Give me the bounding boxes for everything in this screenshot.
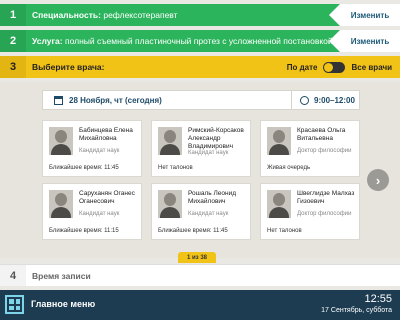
doctor-photo <box>158 127 182 155</box>
doctor-card[interactable]: Бабинцева Елена Михайловна Кандидат наук… <box>42 120 142 177</box>
step-label: Специальность: <box>32 10 101 20</box>
main-menu-button[interactable]: Главное меню <box>31 299 95 309</box>
next-page-arrow-icon[interactable]: › <box>367 169 389 191</box>
doctor-photo <box>49 127 73 155</box>
toggle-switch[interactable] <box>323 61 346 73</box>
current-date: 17 Сентябрь, суббота <box>321 307 392 314</box>
doctor-title: Кандидат наук <box>79 148 120 154</box>
step-label: Услуга: <box>32 36 63 46</box>
doctor-title: Доктор философии <box>297 211 352 217</box>
doctor-name: Римский-Корсаков Александр Владимирович <box>188 127 244 151</box>
doctor-name: Саруханян Оганес Оганесович <box>79 190 135 206</box>
doctor-title: Доктор философии <box>297 148 352 154</box>
footer-bar: Главное меню 12:55 17 Сентябрь, суббота <box>0 290 400 320</box>
doctor-slot: Нет талонов <box>267 228 302 234</box>
step-number: 3 <box>0 56 26 78</box>
doctor-title: Кандидат наук <box>188 211 229 217</box>
page-indicator: 1 из 38 <box>178 252 216 263</box>
doctor-panel: 28 Ноября, чт (сегодня) 9:00–12:00 Бабин… <box>0 82 400 263</box>
calendar-icon <box>54 95 63 105</box>
toggle-label-by-date: По дате <box>286 62 318 72</box>
doctor-photo <box>267 190 291 218</box>
date-time-bar[interactable]: 28 Ноября, чт (сегодня) 9:00–12:00 <box>42 90 360 110</box>
step-value: рефлексотерапевт <box>103 10 178 20</box>
doctor-title: Кандидат наук <box>79 211 120 217</box>
doctor-photo <box>158 190 182 218</box>
doctor-card[interactable]: Рошаль Леонид Михайлович Кандидат наук Б… <box>151 183 251 240</box>
doctor-slot: Живая очередь <box>267 165 311 171</box>
doctor-slot: Ближайшее время: 11:15 <box>49 228 119 234</box>
doctor-slot: Нет талонов <box>158 165 193 171</box>
step-appointment-time: 4 Время записи <box>0 264 400 286</box>
doctor-slot: Ближайшее время: 11:45 <box>158 228 228 234</box>
doctor-card[interactable]: Красаева Ольга Витальевна Доктор философ… <box>260 120 360 177</box>
step-number: 2 <box>0 30 26 52</box>
main-menu-icon[interactable] <box>5 295 24 314</box>
step-service: 2 Услуга: полный съемный пластиночный пр… <box>0 30 400 52</box>
clock-icon <box>300 95 309 105</box>
doctor-name: Красаева Ольга Витальевна <box>297 127 346 143</box>
divider <box>291 91 292 109</box>
doctor-name: Швеглидзе Малхаз Гизоевич <box>297 190 355 206</box>
doctor-card[interactable]: Саруханян Оганес Оганесович Кандидат нау… <box>42 183 142 240</box>
toggle-knob <box>324 62 334 72</box>
step-specialty: 1 Специальность: рефлексотерапевт Измени… <box>0 4 400 26</box>
step-choose-doctor: 3 Выберите врача: По дате Все врачи <box>0 56 400 78</box>
selected-time-range: 9:00–12:00 <box>314 95 355 105</box>
current-time: 12:55 <box>364 293 392 305</box>
change-service-button[interactable]: Изменить <box>329 30 400 52</box>
doctor-slot: Ближайшее время: 11:45 <box>49 165 119 171</box>
toggle-label-all-doctors: Все врачи <box>351 62 392 72</box>
doctor-name: Рошаль Леонид Михайлович <box>188 190 236 206</box>
selected-date: 28 Ноября, чт (сегодня) <box>69 95 162 105</box>
doctor-photo <box>267 127 291 155</box>
step-value: полный съемный пластиночный протез с усл… <box>64 36 340 46</box>
doctor-name: Бабинцева Елена Михайловна <box>79 127 133 143</box>
step-number: 4 <box>0 265 26 286</box>
doctor-title: Кандидат наук <box>188 150 229 156</box>
step-label: Время записи <box>32 270 91 281</box>
doctor-photo <box>49 190 73 218</box>
sort-toggle[interactable]: По дате Все врачи <box>287 56 392 78</box>
step-number: 1 <box>0 4 26 26</box>
change-specialty-button[interactable]: Изменить <box>329 4 400 26</box>
doctor-card[interactable]: Швеглидзе Малхаз Гизоевич Доктор философ… <box>260 183 360 240</box>
doctor-card[interactable]: Римский-Корсаков Александр Владимирович … <box>151 120 251 177</box>
